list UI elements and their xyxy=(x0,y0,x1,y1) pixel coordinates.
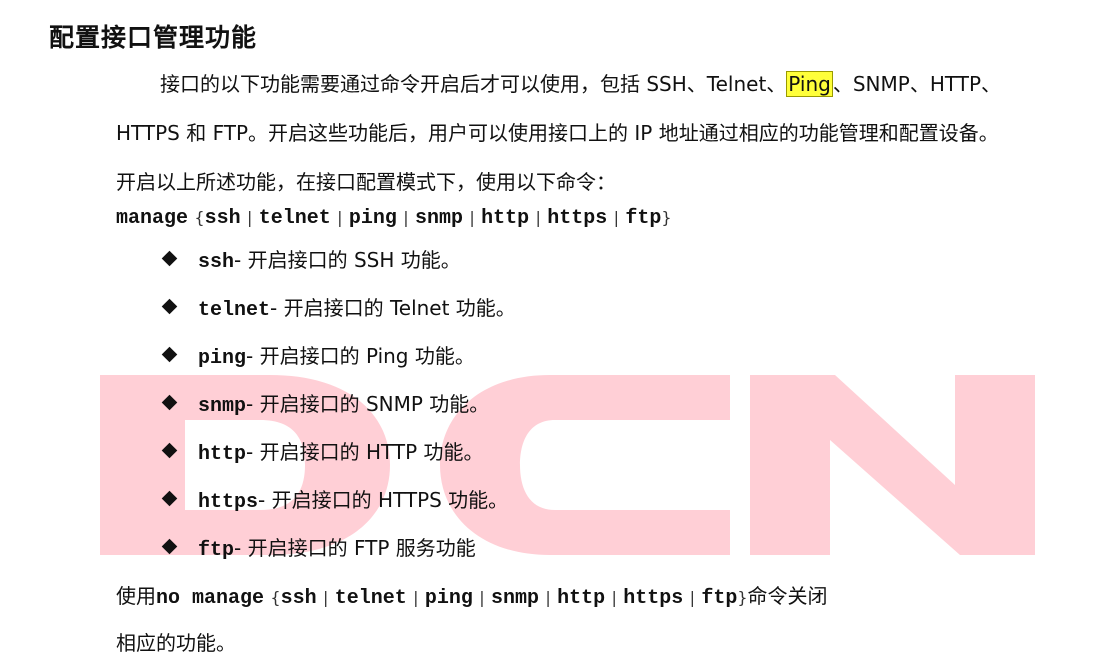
syntax-separator: | xyxy=(535,208,541,227)
syntax-opt: http xyxy=(557,587,606,610)
syntax-opt: https xyxy=(547,207,608,230)
syntax-opt: telnet xyxy=(334,587,407,610)
intro-text-b: 、SNMP、HTTP、 xyxy=(832,72,1002,96)
syntax-opt: ping xyxy=(424,587,473,610)
syntax-cmd: manage xyxy=(116,207,189,230)
syntax-separator: | xyxy=(469,208,475,227)
syntax-separator: | xyxy=(545,588,551,607)
syntax-open-brace: { xyxy=(270,588,281,607)
diamond-bullet-icon xyxy=(161,250,178,267)
syntax-separator: | xyxy=(322,588,329,607)
list-item: snmp - 开启接口的 SNMP 功能。 xyxy=(160,388,489,418)
list-item: https - 开启接口的 HTTPS 功能。 xyxy=(160,484,508,514)
syntax-close-brace: } xyxy=(661,208,672,227)
bullet-cmd: https xyxy=(198,491,259,514)
intro-line-2: HTTPS 和 FTP。开启这些功能后，用户可以使用接口上的 IP 地址通过相应… xyxy=(116,121,999,145)
syntax-separator: | xyxy=(611,588,617,607)
syntax-opt: telnet xyxy=(258,207,331,230)
closing-prefix: 使用 xyxy=(116,584,156,608)
closing-cmd: no manage xyxy=(156,587,265,610)
syntax-opt: ftp xyxy=(625,207,662,230)
highlighted-term: Ping xyxy=(786,71,833,97)
closing-syntax: 使用no manage {ssh | telnet | ping | snmp … xyxy=(116,580,828,610)
syntax-opt: snmp xyxy=(490,587,539,610)
closing-line-2: 相应的功能。 xyxy=(116,631,236,655)
bullet-desc: - 开启接口的 Ping 功能。 xyxy=(246,344,475,368)
list-item: ftp - 开启接口的 FTP 服务功能 xyxy=(160,532,476,562)
bullet-desc: - 开启接口的 SSH 功能。 xyxy=(234,248,461,272)
syntax-opt: http xyxy=(481,207,530,230)
syntax-opt: snmp xyxy=(414,207,463,230)
list-item: ssh - 开启接口的 SSH 功能。 xyxy=(160,244,461,274)
bullet-cmd: http xyxy=(198,443,247,466)
instruction-line: 开启以上所述功能，在接口配置模式下，使用以下命令： xyxy=(116,170,616,194)
bullet-desc: - 开启接口的 FTP 服务功能 xyxy=(234,536,476,560)
bullet-desc: - 开启接口的 Telnet 功能。 xyxy=(270,296,516,320)
list-item: http - 开启接口的 HTTP 功能。 xyxy=(160,436,484,466)
intro-line-1: 接口的以下功能需要通过命令开启后才可以使用，包括 SSH、Telnet、 Ping… xyxy=(160,68,1001,97)
command-syntax: manage {ssh | telnet | ping | snmp | htt… xyxy=(116,204,672,230)
syntax-opt: ssh xyxy=(204,207,241,230)
bullet-desc: - 开启接口的 HTTPS 功能。 xyxy=(258,488,509,512)
syntax-separator: | xyxy=(246,208,253,227)
bullet-cmd: telnet xyxy=(198,299,271,322)
syntax-separator: | xyxy=(689,588,695,607)
bullet-cmd: ping xyxy=(198,347,247,370)
intro-text-a: 接口的以下功能需要通过命令开启后才可以使用，包括 SSH、Telnet、 xyxy=(160,72,787,96)
bullet-desc: - 开启接口的 SNMP 功能。 xyxy=(246,392,490,416)
syntax-open-brace: { xyxy=(194,208,205,227)
syntax-opt: ssh xyxy=(280,587,317,610)
diamond-bullet-icon xyxy=(161,346,178,363)
bullet-desc: - 开启接口的 HTTP 功能。 xyxy=(246,440,484,464)
bullet-cmd: ftp xyxy=(198,539,235,562)
syntax-opt: ftp xyxy=(701,587,738,610)
diamond-bullet-icon xyxy=(161,298,178,315)
closing-suffix: 命令关闭 xyxy=(747,584,828,608)
syntax-separator: | xyxy=(413,588,419,607)
bullet-cmd: snmp xyxy=(198,395,247,418)
diamond-bullet-icon xyxy=(161,442,178,459)
syntax-opt: https xyxy=(623,587,684,610)
diamond-bullet-icon xyxy=(161,394,178,411)
syntax-separator: | xyxy=(403,208,409,227)
syntax-opt: ping xyxy=(348,207,397,230)
section-title: 配置接口管理功能 xyxy=(49,23,258,52)
syntax-separator: | xyxy=(613,208,619,227)
diamond-bullet-icon xyxy=(161,490,178,507)
document-page: 配置接口管理功能 接口的以下功能需要通过命令开启后才可以使用，包括 SSH、Te… xyxy=(0,0,1093,661)
list-item: telnet - 开启接口的 Telnet 功能。 xyxy=(160,292,516,322)
bullet-cmd: ssh xyxy=(198,251,235,274)
syntax-close-brace: } xyxy=(737,588,748,607)
diamond-bullet-icon xyxy=(161,538,178,555)
syntax-separator: | xyxy=(337,208,343,227)
syntax-separator: | xyxy=(479,588,485,607)
list-item: ping - 开启接口的 Ping 功能。 xyxy=(160,340,475,370)
